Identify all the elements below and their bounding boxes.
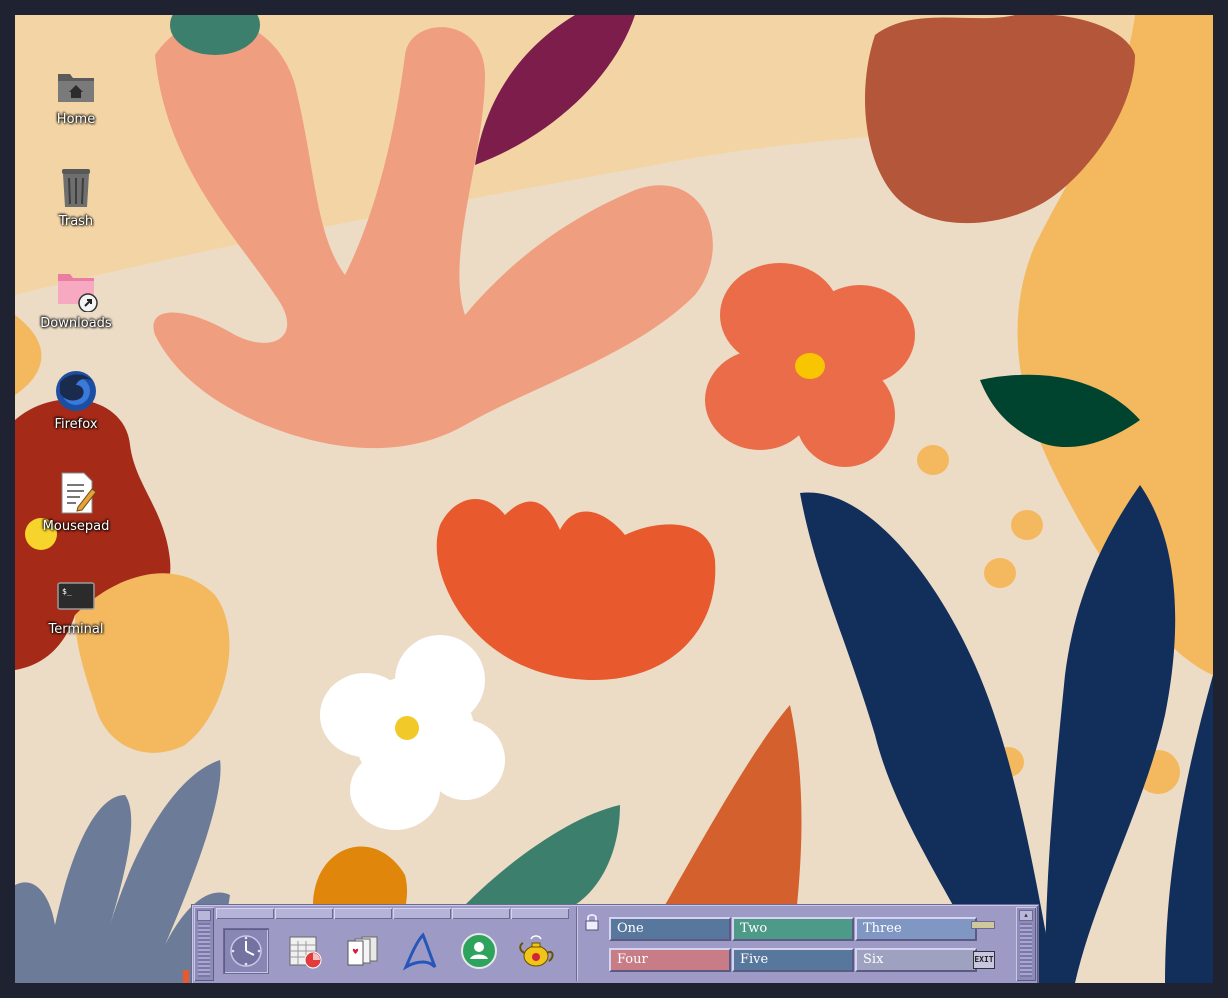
panel-handle-right[interactable]: ▴ [1016,907,1036,981]
desktop-icon-downloads[interactable]: Downloads [15,268,137,331]
desktop-icon-trash[interactable]: Trash [15,166,137,229]
panel-handle-left[interactable] [194,907,214,981]
wallpaper [15,15,1213,983]
clock-launcher[interactable] [223,928,269,974]
lock-icon[interactable] [585,913,599,931]
subpanel-arrows [216,908,570,920]
subpanel-arrow[interactable] [511,908,569,919]
desktop-icon-mousepad[interactable]: Mousepad [15,471,137,534]
cards-launcher[interactable] [334,922,392,980]
workspace-switcher: One Two Three Four Five Six EXIT [576,907,1017,981]
subpanel-arrow[interactable] [275,908,333,919]
user-icon [461,933,497,969]
desktop-icon-terminal[interactable]: $_ Terminal [15,574,137,637]
workspace-button-two[interactable]: Two [732,917,854,941]
workspace-label: Three [863,921,902,936]
workspace-button-six[interactable]: Six [855,948,977,972]
workspace-label: Four [617,952,648,967]
desktop[interactable]: Home Trash Downloads Firefox Mousepad $_… [15,15,1213,983]
workspace-button-one[interactable]: One [609,917,731,941]
app-finder-launcher[interactable] [392,922,450,980]
terminal-icon: $_ [57,582,95,610]
subpanel-arrow[interactable] [334,908,392,919]
desktop-icon-label: Mousepad [42,519,110,534]
desktop-icon-label: Firefox [54,417,98,432]
downloads-folder-icon [58,274,98,312]
cards-game-icon [347,936,378,966]
desktop-icon-label: Home [56,112,96,127]
calendar-icon [289,936,322,969]
minimize-panel-button[interactable] [197,910,211,921]
panel-launchers [216,922,574,980]
teapot-launcher[interactable] [508,922,566,980]
firefox-icon [56,371,96,411]
panel-menu-button[interactable]: ▴ [1019,910,1033,921]
workspace-label: Six [863,952,884,967]
user-launcher[interactable] [450,922,508,980]
workspace-label: One [617,921,644,936]
workspace-label: Two [740,921,768,936]
text-editor-icon [61,472,97,514]
home-folder-icon [58,74,94,102]
app-finder-icon [402,932,437,971]
desktop-icon-label: Terminal [48,622,104,637]
desktop-icon-label: Trash [58,214,94,229]
subpanel-arrow[interactable] [452,908,510,919]
calendar-launcher[interactable] [276,922,334,980]
front-panel: One Two Three Four Five Six EXIT ▴ [191,904,1039,983]
workspace-button-three[interactable]: Three [855,917,977,941]
trash-icon [62,169,90,207]
teapot-icon [519,935,554,967]
load-meter [971,921,995,929]
workspace-button-five[interactable]: Five [732,948,854,972]
desktop-icon-label: Downloads [40,316,112,331]
exit-button[interactable]: EXIT [973,951,995,969]
subpanel-arrow[interactable] [393,908,451,919]
workspace-button-four[interactable]: Four [609,948,731,972]
workspace-label: Five [740,952,769,967]
desktop-icon-home[interactable]: Home [15,64,137,127]
subpanel-arrow[interactable] [216,908,274,919]
desktop-icon-firefox[interactable]: Firefox [15,369,137,432]
svg-text:$_: $_ [62,587,72,596]
clock-icon [230,935,262,967]
